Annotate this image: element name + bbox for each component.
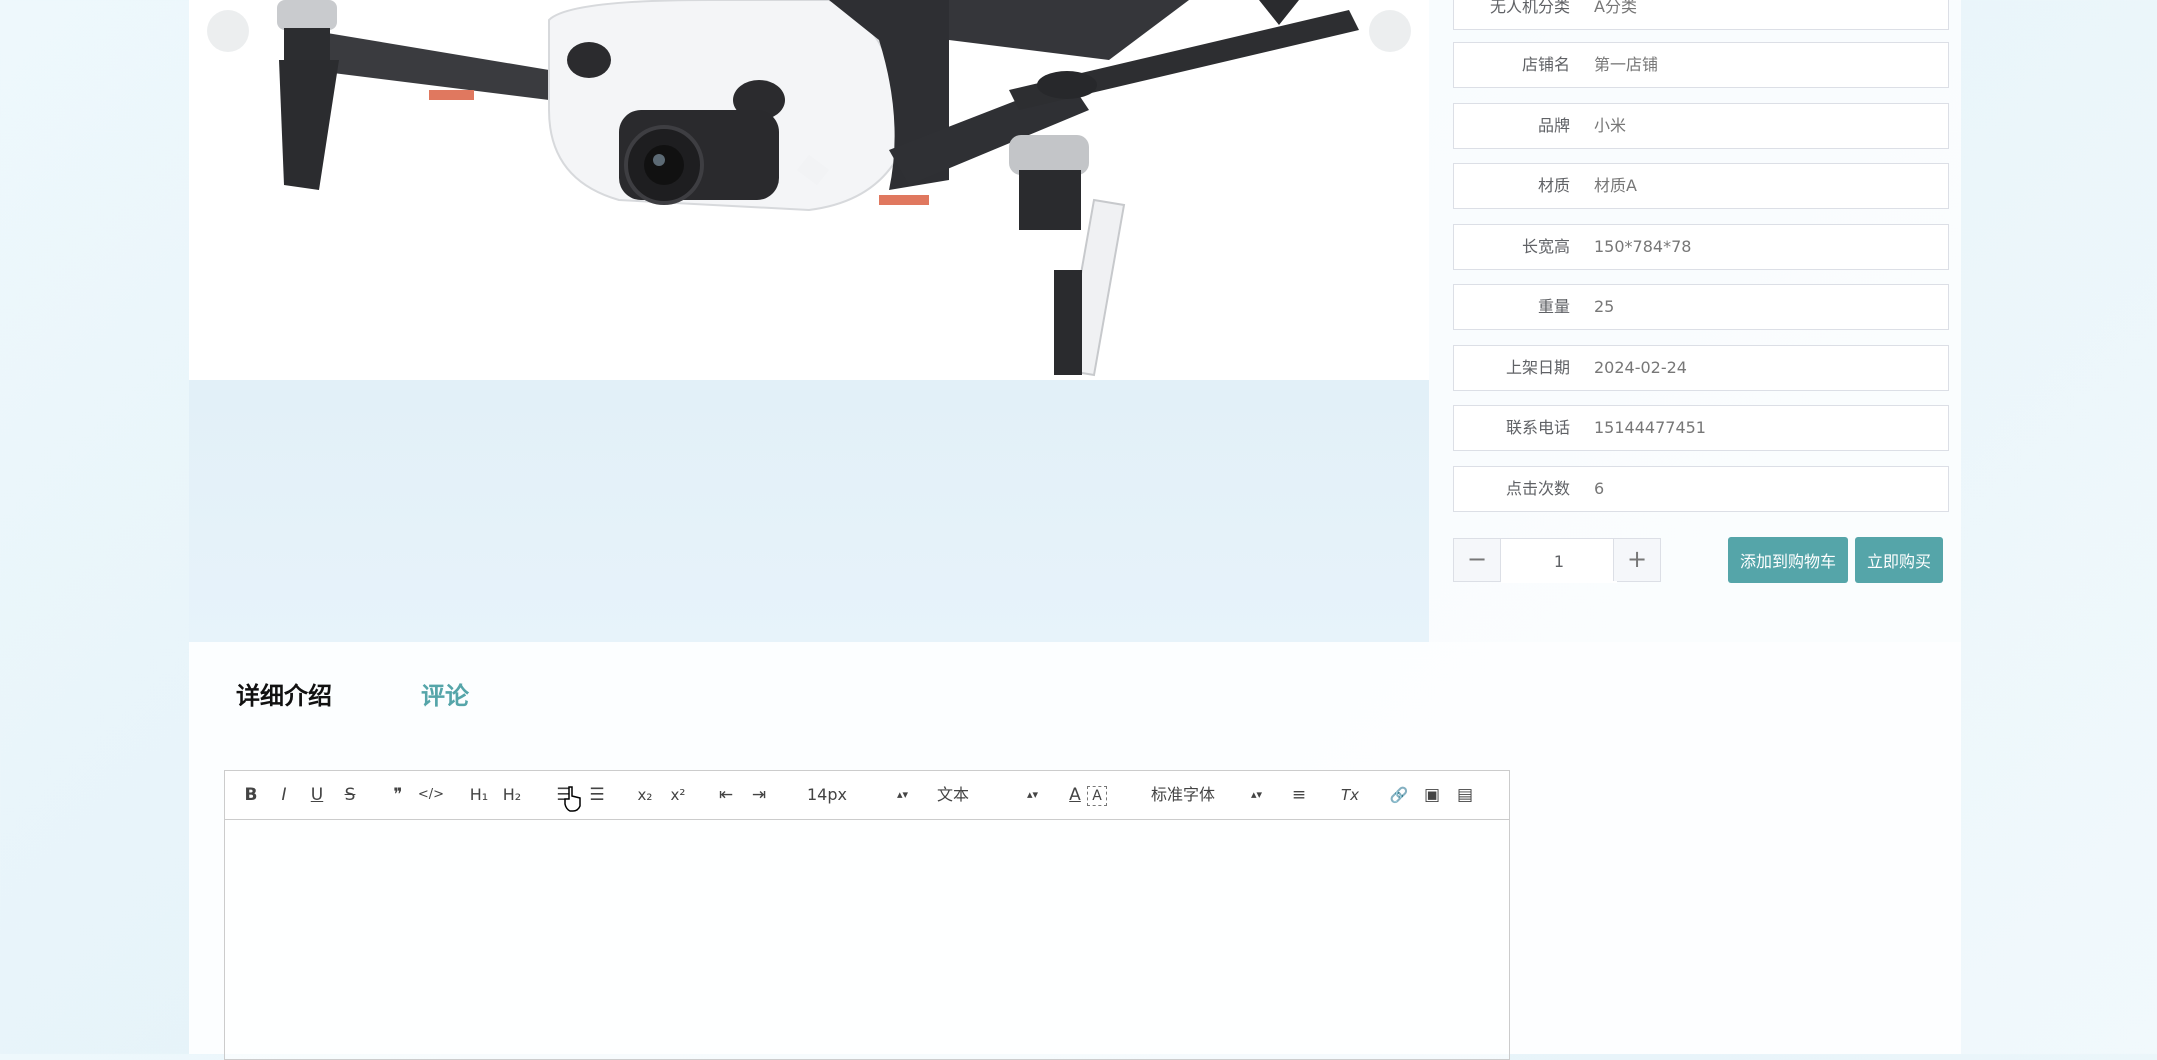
- outdent-button[interactable]: ⇤: [712, 783, 740, 807]
- editor-toolbar: B I U S ❞ </> H₁ H₂ ☰ ☰ x₂ x² ⇤ ⇥ 14px ▴…: [225, 771, 1509, 820]
- attr-category: 无人机分类 A分类: [1453, 0, 1949, 30]
- attr-phone: 联系电话 15144477451: [1453, 405, 1949, 451]
- attr-value: 25: [1594, 297, 1615, 316]
- attr-label: 品牌: [1537, 116, 1570, 135]
- add-to-cart-button[interactable]: 添加到购物车: [1728, 537, 1848, 583]
- attr-label: 重量: [1537, 297, 1570, 316]
- bullet-list-button[interactable]: ☰: [583, 783, 611, 807]
- background-color-icon[interactable]: A: [1087, 786, 1107, 806]
- font-family-select[interactable]: 标准字体 ▴▾: [1151, 783, 1263, 807]
- tab-comments[interactable]: 评论: [421, 676, 469, 711]
- attr-label: 材质: [1537, 176, 1570, 195]
- product-image: [189, 0, 1429, 380]
- attr-value: 6: [1594, 479, 1605, 498]
- header-select[interactable]: 文本 ▴▾: [937, 783, 1039, 807]
- header-select-value: 文本: [937, 785, 970, 804]
- drone-image: [277, 0, 1359, 377]
- quantity-stepper: − +: [1453, 538, 1661, 583]
- attr-value: A分类: [1594, 0, 1637, 16]
- font-size-select[interactable]: 14px ▴▾: [807, 783, 909, 807]
- header2-button[interactable]: H₂: [498, 783, 526, 807]
- increase-quantity-button[interactable]: +: [1613, 539, 1660, 581]
- attr-value: 小米: [1594, 116, 1627, 135]
- font-size-value: 14px: [807, 785, 847, 804]
- align-button[interactable]: ≡: [1285, 783, 1313, 807]
- image-button[interactable]: ▣: [1418, 783, 1446, 807]
- strike-button[interactable]: S: [336, 783, 364, 807]
- carousel-prev-button[interactable]: [207, 10, 249, 52]
- quantity-input[interactable]: [1501, 539, 1617, 583]
- clean-format-button[interactable]: Tx: [1336, 783, 1364, 807]
- bold-button[interactable]: B: [237, 783, 265, 807]
- attr-value: 15144477451: [1594, 418, 1706, 437]
- attr-label: 无人机分类: [1489, 0, 1570, 16]
- font-family-value: 标准字体: [1151, 785, 1216, 804]
- video-button[interactable]: ▤: [1451, 783, 1479, 807]
- attr-weight: 重量 25: [1453, 284, 1949, 330]
- carousel-next-button[interactable]: [1369, 10, 1411, 52]
- attr-value: 第一店铺: [1594, 55, 1659, 74]
- select-arrow-icon: ▴▾: [1251, 788, 1263, 801]
- mouse-pointer-icon: [564, 786, 581, 812]
- decrease-quantity-button[interactable]: −: [1454, 539, 1501, 581]
- superscript-button[interactable]: x²: [664, 783, 692, 807]
- attr-brand: 品牌 小米: [1453, 103, 1949, 149]
- buy-now-button[interactable]: 立即购买: [1855, 537, 1943, 583]
- attr-listing-date: 上架日期 2024-02-24: [1453, 345, 1949, 391]
- attr-label: 上架日期: [1505, 358, 1570, 377]
- select-arrow-icon: ▴▾: [897, 788, 909, 801]
- attr-value: 2024-02-24: [1594, 358, 1687, 377]
- product-gallery: [189, 0, 1429, 642]
- italic-button[interactable]: I: [270, 783, 298, 807]
- attr-label: 长宽高: [1521, 237, 1570, 256]
- header1-button[interactable]: H₁: [465, 783, 493, 807]
- select-arrow-icon: ▴▾: [1027, 788, 1039, 801]
- font-color-icon[interactable]: A: [1061, 783, 1089, 807]
- attr-value: 材质A: [1594, 176, 1637, 195]
- code-block-button[interactable]: </>: [417, 783, 445, 807]
- attr-shop-name: 店铺名 第一店铺: [1453, 42, 1949, 88]
- editor-body[interactable]: [225, 820, 1509, 1060]
- indent-button[interactable]: ⇥: [745, 783, 773, 807]
- attr-label: 联系电话: [1505, 418, 1570, 437]
- comment-editor: B I U S ❞ </> H₁ H₂ ☰ ☰ x₂ x² ⇤ ⇥ 14px ▴…: [224, 770, 1510, 1060]
- attr-label: 店铺名: [1521, 55, 1570, 74]
- attr-label: 点击次数: [1505, 479, 1570, 498]
- attr-dimensions: 长宽高 150*784*78: [1453, 224, 1949, 270]
- link-button[interactable]: 🔗: [1385, 783, 1413, 807]
- attr-value: 150*784*78: [1594, 237, 1692, 256]
- tab-detail[interactable]: 详细介绍: [236, 676, 332, 711]
- attr-material: 材质 材质A: [1453, 163, 1949, 209]
- blockquote-button[interactable]: ❞: [384, 783, 412, 807]
- underline-button[interactable]: U: [303, 783, 331, 807]
- attr-click-count: 点击次数 6: [1453, 466, 1949, 512]
- subscript-button[interactable]: x₂: [631, 783, 659, 807]
